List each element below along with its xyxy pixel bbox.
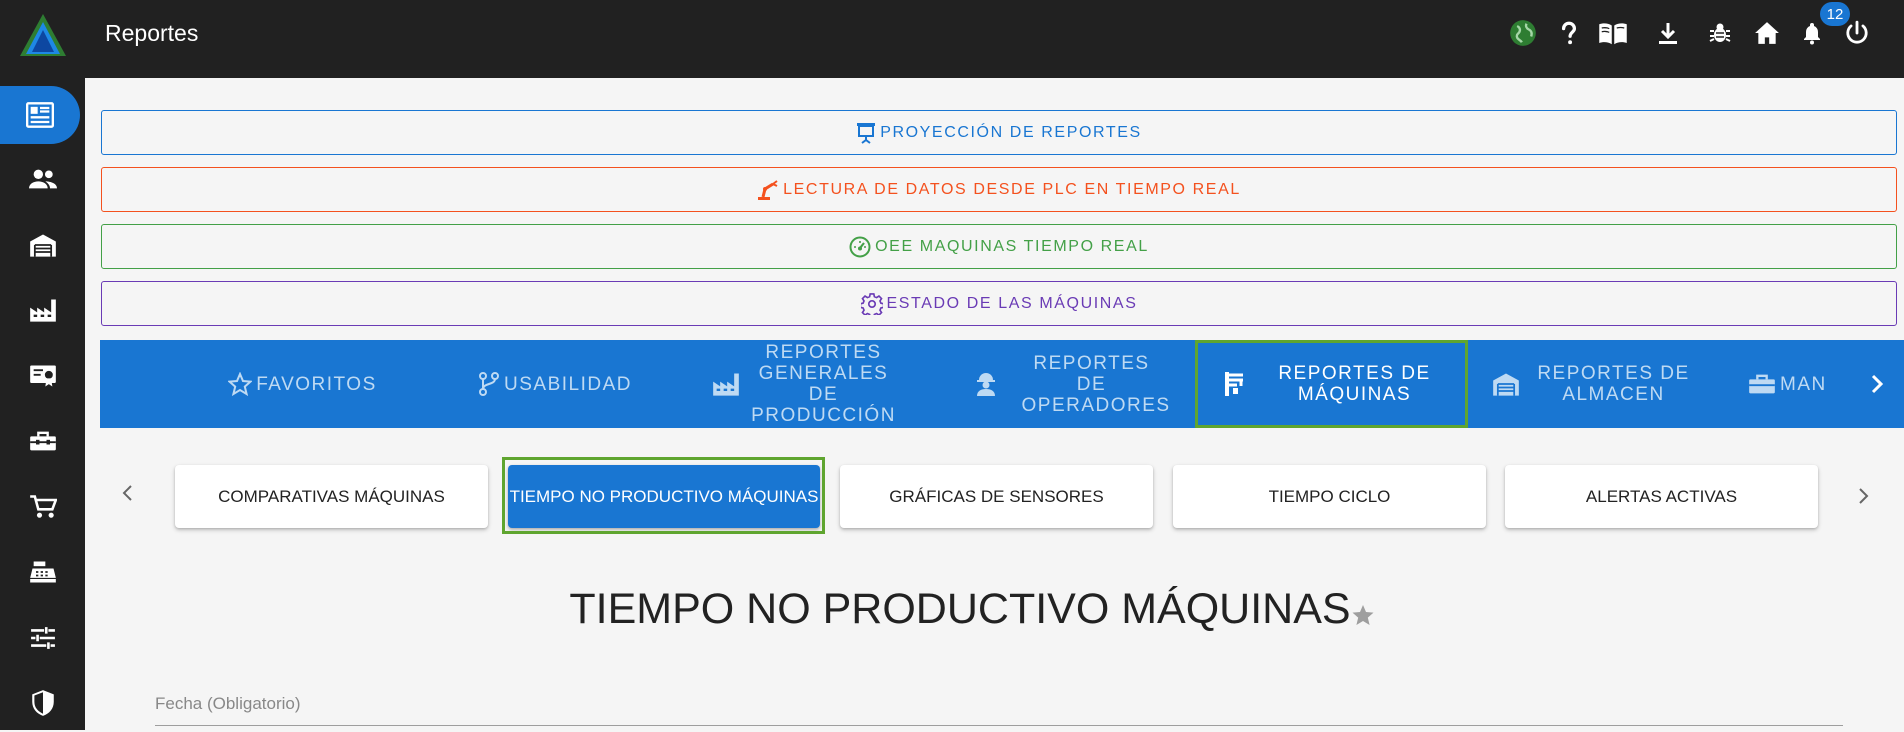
sidebar-item-cart[interactable]: [0, 478, 85, 536]
worker-icon: [976, 373, 995, 396]
sidebar-item-certificates[interactable]: [0, 347, 85, 405]
oee-realtime-button[interactable]: OEE MAQUINAS TIEMPO REAL: [101, 224, 1897, 269]
toolbox-icon: [29, 431, 56, 451]
projection-reports-label: PROYECCIÓN DE REPORTES: [880, 123, 1142, 141]
subtab-comparativas-label: COMPARATIVAS MÁQUINAS: [218, 486, 445, 506]
tab-reportes-produccion-label: REPORTES GENERALES DE PRODUCCIÓN: [751, 342, 896, 426]
download-icon[interactable]: [1653, 18, 1683, 48]
subtab-comparativas-maquinas[interactable]: COMPARATIVAS MÁQUINAS: [175, 465, 488, 528]
subtab-graficas-sensores[interactable]: GRÁFICAS DE SENSORES: [840, 465, 1153, 528]
sidebar: [0, 78, 85, 730]
certificate-icon: [29, 365, 56, 387]
tab-reportes-almacen[interactable]: REPORTES DE ALMACEN: [1485, 340, 1700, 428]
tab-man-label: MAN: [1780, 373, 1827, 395]
category-scroll-right[interactable]: [1862, 369, 1892, 399]
subtab-graficas-label: GRÁFICAS DE SENSORES: [889, 486, 1104, 506]
factory-icon: [29, 299, 56, 322]
tab-man[interactable]: MAN: [1748, 340, 1858, 428]
cash-register-icon: [29, 561, 56, 583]
tab-usabilidad[interactable]: USABILIDAD: [479, 340, 632, 428]
shield-icon: [31, 690, 54, 716]
app-logo[interactable]: [18, 12, 68, 58]
oee-realtime-label: OEE MAQUINAS TIEMPO REAL: [875, 237, 1149, 255]
projector-icon: [857, 122, 876, 144]
subtab-tiempo-ciclo-label: TIEMPO CICLO: [1268, 486, 1391, 506]
plc-realtime-button[interactable]: LECTURA DE DATOS DESDE PLC EN TIEMPO REA…: [101, 167, 1897, 212]
bell-icon[interactable]: [1797, 18, 1827, 48]
chevron-left-icon: [122, 485, 132, 501]
page-title: TIEMPO NO PRODUCTIVO MÁQUINAS: [569, 585, 1351, 633]
tab-reportes-maquinas-label: REPORTES DE MÁQUINAS: [1278, 363, 1431, 405]
tab-reportes-produccion[interactable]: REPORTES GENERALES DE PRODUCCIÓN: [700, 340, 915, 428]
tab-reportes-operadores-label: REPORTES DE OPERADORES: [1021, 352, 1171, 416]
top-app-bar: Reportes 12: [0, 0, 1904, 78]
sidebar-item-factory[interactable]: [0, 281, 85, 339]
sidebar-item-users[interactable]: [0, 150, 85, 208]
machine-state-button[interactable]: ESTADO DE LAS MÁQUINAS: [101, 281, 1897, 326]
plc-realtime-label: LECTURA DE DATOS DESDE PLC EN TIEMPO REA…: [783, 180, 1241, 198]
subtab-alertas-label: ALERTAS ACTIVAS: [1585, 486, 1738, 506]
chevron-right-icon: [1871, 374, 1884, 394]
tab-favoritos-label: FAVORITOS: [256, 373, 377, 395]
sliders-icon: [30, 627, 55, 649]
subtab-alertas-activas[interactable]: ALERTAS ACTIVAS: [1505, 465, 1818, 528]
gauge-icon: [849, 236, 871, 257]
date-field[interactable]: [155, 725, 1843, 726]
cart-icon: [29, 495, 57, 518]
sidebar-item-reports[interactable]: [0, 86, 80, 144]
robot-arm-icon: [758, 179, 778, 200]
sidebar-item-warehouse[interactable]: [0, 216, 85, 274]
machine-state-label: ESTADO DE LAS MÁQUINAS: [886, 294, 1138, 312]
help-icon[interactable]: [1554, 18, 1584, 48]
machine-icon: [1224, 372, 1243, 396]
tab-reportes-almacen-label: REPORTES DE ALMACEN: [1537, 363, 1690, 405]
tab-reportes-maquinas[interactable]: REPORTES DE MÁQUINAS: [1195, 340, 1468, 428]
warehouse-icon: [1492, 373, 1519, 396]
branch-icon: [479, 372, 500, 396]
tab-usabilidad-label: USABILIDAD: [504, 373, 632, 395]
reports-icon: [26, 102, 54, 128]
bug-icon[interactable]: [1705, 18, 1735, 48]
power-icon[interactable]: [1842, 18, 1872, 48]
favorite-star-icon[interactable]: [1351, 603, 1375, 627]
report-category-tabs: FAVORITOS USABILIDAD REPORTES GENERALES …: [100, 340, 1904, 428]
gear-icon: [860, 292, 883, 315]
toolbox-icon: [1749, 374, 1775, 394]
subtab-tiempo-ciclo[interactable]: TIEMPO CICLO: [1173, 465, 1486, 528]
projection-reports-button[interactable]: PROYECCIÓN DE REPORTES: [101, 110, 1897, 155]
tab-reportes-operadores[interactable]: REPORTES DE OPERADORES: [955, 340, 1180, 428]
manual-icon[interactable]: [1598, 18, 1628, 48]
chevron-right-icon: [1859, 488, 1869, 504]
sidebar-item-tools[interactable]: [0, 412, 85, 470]
tab-favoritos[interactable]: FAVORITOS: [225, 340, 380, 428]
date-field-label[interactable]: Fecha (Obligatorio): [155, 694, 301, 714]
warehouse-icon: [29, 234, 56, 257]
globe-icon[interactable]: [1508, 18, 1538, 48]
star-outline-icon: [228, 372, 253, 396]
home-icon[interactable]: [1752, 18, 1782, 48]
app-title: Reportes: [105, 20, 199, 46]
factory-icon: [712, 373, 739, 396]
sidebar-item-cash-register[interactable]: [0, 543, 85, 601]
subtab-scroll-right[interactable]: [1852, 481, 1876, 511]
sidebar-item-settings[interactable]: [0, 609, 85, 667]
subtab-active-highlight: [502, 457, 825, 534]
sidebar-item-security[interactable]: [0, 674, 85, 732]
users-icon: [28, 169, 57, 189]
subtab-scroll-left[interactable]: [115, 478, 139, 508]
